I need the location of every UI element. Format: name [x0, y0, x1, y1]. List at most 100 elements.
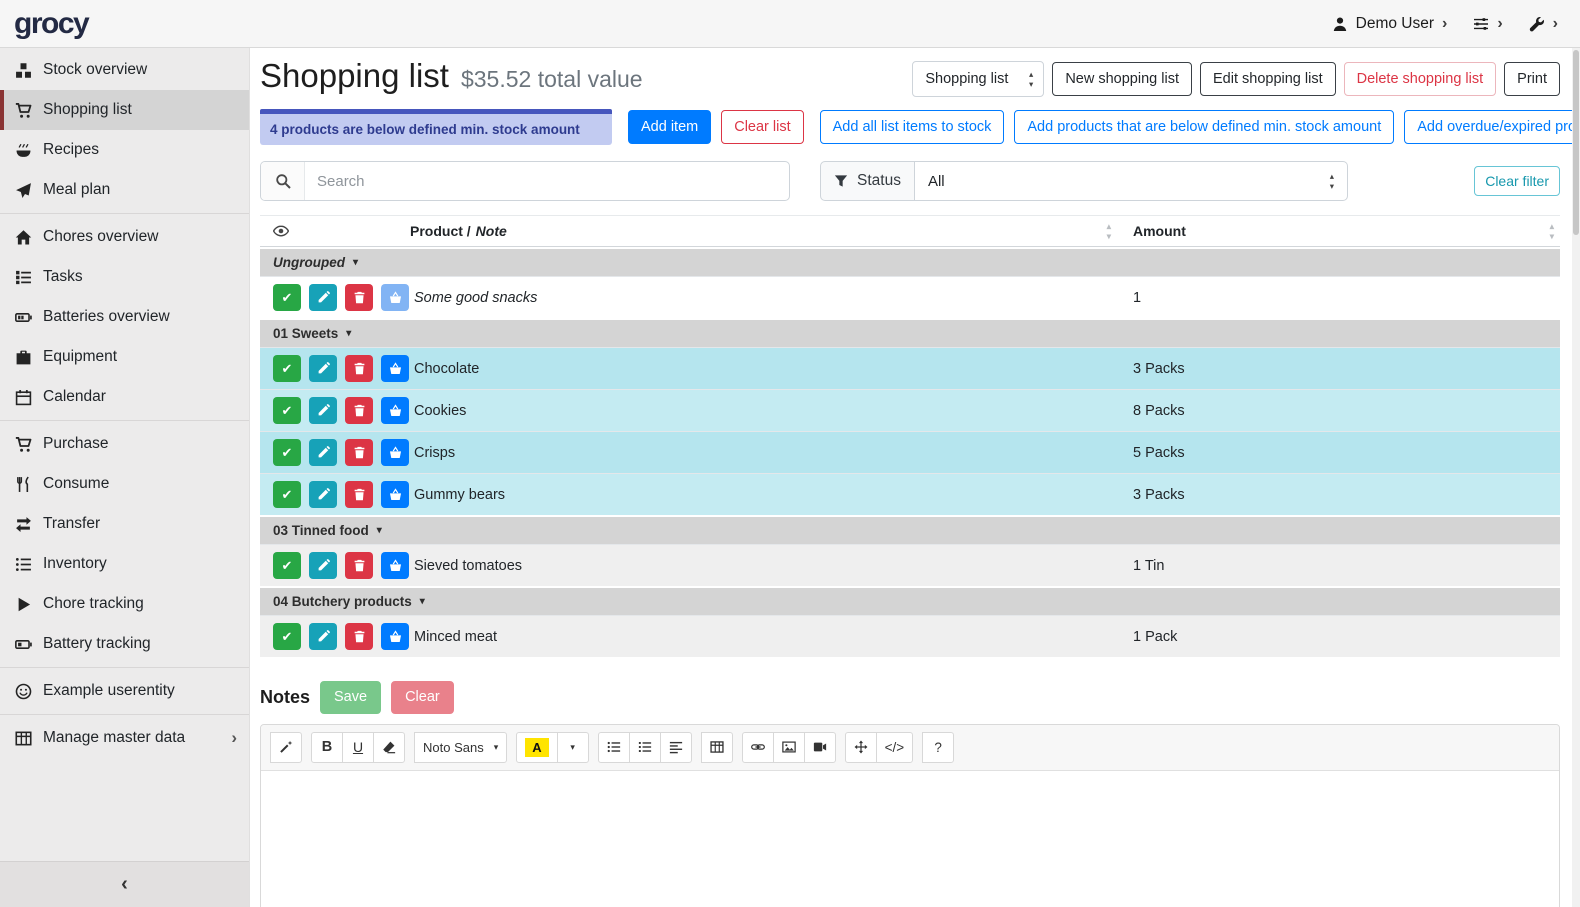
print-button[interactable]: Print [1504, 62, 1560, 97]
delete-item-button[interactable] [345, 397, 373, 424]
clear-list-button[interactable]: Clear list [721, 110, 803, 145]
total-value: $35.52 total value [461, 66, 643, 93]
settings-menu[interactable]: › [1473, 16, 1502, 32]
mark-done-button[interactable]: ✔ [273, 552, 301, 579]
sidebar-item-chore-tracking[interactable]: Chore tracking [0, 584, 249, 624]
edit-item-button[interactable] [309, 439, 337, 466]
mark-done-button[interactable]: ✔ [273, 355, 301, 382]
edit-item-button[interactable] [309, 481, 337, 508]
mark-done-button[interactable]: ✔ [273, 481, 301, 508]
unordered-list-button[interactable] [598, 732, 630, 763]
user-menu[interactable]: Demo User › [1332, 15, 1448, 33]
sidebar-item-shopping-list[interactable]: Shopping list [0, 90, 249, 130]
mark-done-button[interactable]: ✔ [273, 284, 301, 311]
sidebar-collapse-button[interactable]: ‹ [0, 861, 249, 907]
sort-down-glyph: ▾ [1107, 232, 1111, 241]
status-filter-select[interactable]: All ▴▾ [915, 161, 1348, 201]
magic-style-button[interactable] [270, 732, 302, 763]
delete-item-button[interactable] [345, 439, 373, 466]
sidebar-item-batteries-overview[interactable]: Batteries overview [0, 297, 249, 337]
sidebar-item-label: Purchase [43, 435, 108, 453]
product-name: Chocolate [414, 361, 479, 377]
below-min-stock-banner[interactable]: 4 products are below defined min. stock … [260, 109, 612, 145]
delete-shopping-list-button[interactable]: Delete shopping list [1344, 62, 1497, 97]
notes-clear-button[interactable]: Clear [391, 681, 454, 714]
sidebar-item-manage-master-data[interactable]: Manage master data › [0, 718, 249, 758]
help-button[interactable]: ? [922, 732, 954, 763]
edit-item-button[interactable] [309, 552, 337, 579]
paragraph-align-button[interactable] [660, 732, 692, 763]
edit-shopping-list-button[interactable]: Edit shopping list [1200, 62, 1336, 97]
sort-icon: ▴▾ [1107, 222, 1111, 240]
delete-item-button[interactable] [345, 284, 373, 311]
basket-icon [389, 630, 402, 643]
mark-done-button[interactable]: ✔ [273, 623, 301, 650]
insert-link-button[interactable] [742, 732, 774, 763]
search-input[interactable] [305, 162, 789, 200]
notes-editor-body[interactable] [261, 771, 1559, 907]
code-view-button[interactable]: </> [876, 732, 914, 763]
text-color-dropdown[interactable]: ▾ [557, 732, 589, 763]
insert-table-button[interactable] [701, 732, 733, 763]
delete-item-button[interactable] [345, 623, 373, 650]
sidebar-item-example-userentity[interactable]: Example userentity [0, 671, 249, 711]
column-header-product-note[interactable]: Product / Note ▴▾ [410, 222, 1125, 240]
sidebar-item-meal-plan[interactable]: Meal plan [0, 170, 249, 210]
sidebar-item-stock-overview[interactable]: Stock overview [0, 50, 249, 90]
vertical-scrollbar[interactable] [1572, 48, 1580, 907]
scrollbar-thumb[interactable] [1573, 50, 1579, 235]
app-logo[interactable]: grocy [14, 7, 88, 41]
delete-item-button[interactable] [345, 552, 373, 579]
edit-item-button[interactable] [309, 284, 337, 311]
insert-video-button[interactable] [804, 732, 836, 763]
delete-item-button[interactable] [345, 481, 373, 508]
add-below-min-stock-button[interactable]: Add products that are below defined min.… [1014, 110, 1394, 145]
notes-save-button[interactable]: Save [320, 681, 381, 714]
sidebar-item-inventory[interactable]: Inventory [0, 544, 249, 584]
fullscreen-button[interactable] [845, 732, 877, 763]
sidebar-item-chores-overview[interactable]: Chores overview [0, 217, 249, 257]
add-to-stock-button[interactable] [381, 284, 409, 311]
font-family-dropdown[interactable]: Noto Sans ▾ [414, 732, 507, 763]
admin-menu[interactable]: › [1529, 16, 1558, 32]
text-color-button[interactable]: A [516, 732, 557, 763]
add-all-to-stock-button[interactable]: Add all list items to stock [820, 110, 1005, 145]
sidebar-item-label: Example userentity [43, 682, 175, 700]
add-item-button[interactable]: Add item [628, 110, 711, 145]
mark-done-button[interactable]: ✔ [273, 439, 301, 466]
add-to-stock-button[interactable] [381, 439, 409, 466]
sidebar-item-consume[interactable]: Consume [0, 464, 249, 504]
column-header-amount[interactable]: Amount ▴▾ [1125, 222, 1560, 240]
underline-button[interactable]: U [342, 732, 374, 763]
edit-item-button[interactable] [309, 355, 337, 382]
group-header-04-butchery-products[interactable]: 04 Butchery products ▾ [260, 586, 1560, 615]
new-shopping-list-button[interactable]: New shopping list [1052, 62, 1192, 97]
clear-formatting-button[interactable] [373, 732, 405, 763]
sidebar-item-transfer[interactable]: Transfer [0, 504, 249, 544]
sidebar-item-battery-tracking[interactable]: Battery tracking [0, 624, 249, 664]
edit-item-button[interactable] [309, 623, 337, 650]
sidebar-item-purchase[interactable]: Purchase [0, 424, 249, 464]
add-to-stock-button[interactable] [381, 397, 409, 424]
ordered-list-button[interactable] [629, 732, 661, 763]
clear-filter-button[interactable]: Clear filter [1474, 166, 1560, 196]
sidebar-item-calendar[interactable]: Calendar [0, 377, 249, 417]
add-to-stock-button[interactable] [381, 355, 409, 382]
insert-image-button[interactable] [773, 732, 805, 763]
caret-down-icon: ▾ [353, 257, 358, 268]
shopping-list-select[interactable]: Shopping list ▴▾ [912, 61, 1044, 97]
group-header-01-sweets[interactable]: 01 Sweets ▾ [260, 318, 1560, 347]
sidebar-item-recipes[interactable]: Recipes [0, 130, 249, 170]
sidebar-item-tasks[interactable]: Tasks [0, 257, 249, 297]
add-to-stock-button[interactable] [381, 481, 409, 508]
delete-item-button[interactable] [345, 355, 373, 382]
group-header-ungrouped[interactable]: Ungrouped ▾ [260, 247, 1560, 276]
bold-button[interactable]: B [311, 732, 343, 763]
add-to-stock-button[interactable] [381, 552, 409, 579]
group-header-03-tinned-food[interactable]: 03 Tinned food ▾ [260, 515, 1560, 544]
add-overdue-button[interactable]: Add overdue/expired products [1404, 110, 1572, 145]
sidebar-item-equipment[interactable]: Equipment [0, 337, 249, 377]
add-to-stock-button[interactable] [381, 623, 409, 650]
mark-done-button[interactable]: ✔ [273, 397, 301, 424]
edit-item-button[interactable] [309, 397, 337, 424]
